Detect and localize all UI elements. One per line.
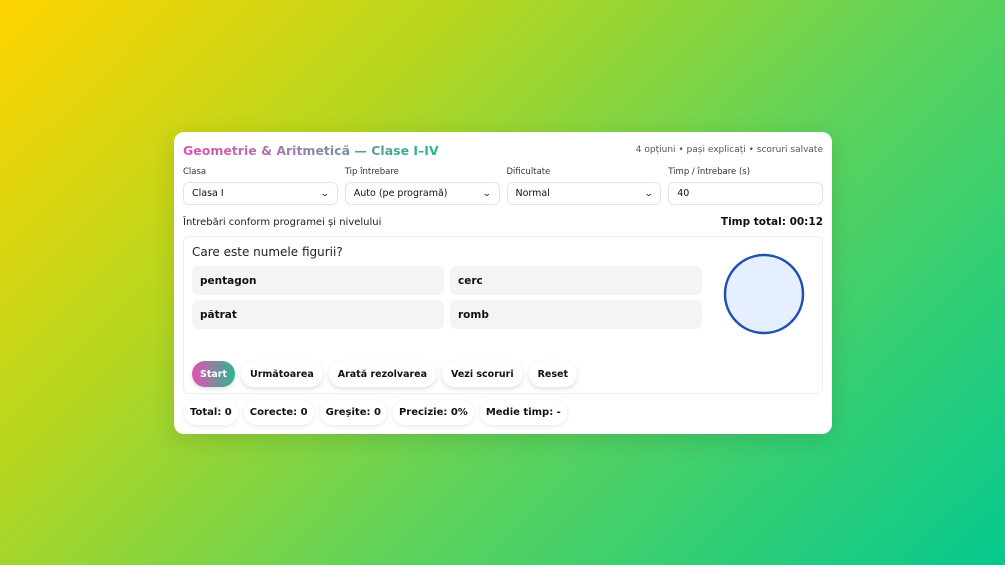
stat-total: Total: 0 [184,400,238,425]
type-control: Tip întrebare Auto (pe programă) ⌄ [344,166,500,205]
stat-wrong: Greșite: 0 [319,400,387,425]
quiz-card: Geometrie & Aritmetică — Clase I–IV 4 op… [174,132,832,434]
answer-option[interactable]: romb [450,300,702,329]
stat-accuracy: Precizie: 0% [392,400,474,425]
time-label: Timp / întrebare (s) [668,167,751,177]
info-description: Întrebări conform programei și nivelului [183,216,382,228]
answer-option[interactable]: pentagon [192,266,444,295]
answer-options: pentagon cerc pătrat romb [192,266,814,329]
chevron-down-icon: ⌄ [320,188,330,199]
grade-control: Clasa Clasa I ⌄ [183,166,338,205]
reset-button[interactable]: Reset [528,361,578,387]
figure-svg [723,253,805,335]
card-header: Geometrie & Aritmetică — Clase I–IV 4 op… [183,142,823,158]
difficulty-control: Dificultate Normal ⌄ [506,166,662,205]
grade-label: Clasa [183,167,207,177]
view-scores-button[interactable]: Vezi scoruri [442,361,523,387]
start-button[interactable]: Start [192,361,235,387]
answer-option[interactable]: pătrat [192,300,444,329]
circle-figure [723,253,805,335]
info-row: Întrebări conform programei și nivelului… [183,215,823,229]
stat-correct: Corecte: 0 [243,400,314,425]
figure-display [723,253,805,335]
question-type-select[interactable]: Auto (pe programă) ⌄ [344,182,500,205]
type-label: Tip întrebare [344,167,399,177]
chevron-down-icon: ⌄ [481,188,492,199]
next-button[interactable]: Următoarea [241,361,323,387]
grade-select-value: Clasa I [192,188,224,199]
total-time: Timp total: 00:12 [720,216,823,228]
app-title: Geometrie & Aritmetică — Clase I–IV [183,142,439,158]
chevron-down-icon: ⌄ [643,188,654,199]
time-control: Timp / întrebare (s) 40 [668,166,823,205]
action-buttons: Start Următoarea Arată rezolvarea Vezi s… [192,361,578,387]
question-text: Care este numele figurii? [192,245,343,259]
time-per-question-value: 40 [677,188,690,199]
question-type-value: Auto (pe programă) [353,188,448,199]
grade-select[interactable]: Clasa I ⌄ [183,182,338,205]
difficulty-value: Normal [515,188,550,199]
question-panel: Care este numele figurii? pentagon cerc … [183,236,823,394]
difficulty-select[interactable]: Normal ⌄ [506,182,662,205]
app-subtitle: 4 opțiuni • pași explicați • scoruri sal… [635,145,823,155]
stats-bar: Total: 0 Corecte: 0 Greșite: 0 Precizie:… [184,400,823,425]
stat-average-time: Medie timp: - [479,400,567,425]
answer-option[interactable]: cerc [450,266,702,295]
settings-controls: Clasa Clasa I ⌄ Tip întrebare Auto (pe p… [183,166,823,205]
time-per-question-input[interactable]: 40 [668,182,823,205]
difficulty-label: Dificultate [506,167,551,177]
show-solution-button[interactable]: Arată rezolvarea [328,361,437,387]
